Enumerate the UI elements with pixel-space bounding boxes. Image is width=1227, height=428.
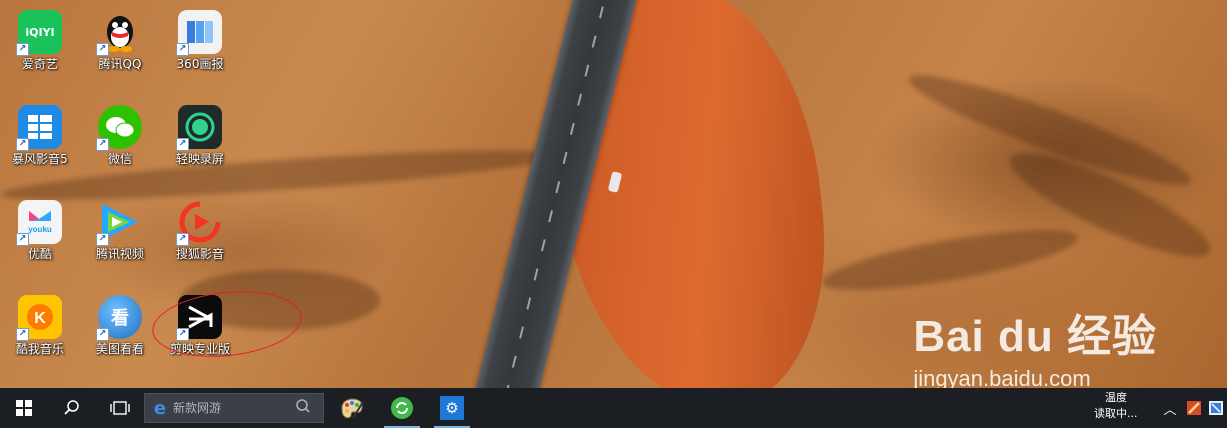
icon-label: 暴风影音5 xyxy=(12,152,68,166)
desktop-icon-meitu-viewer[interactable]: 看 ↗ 美图看看 xyxy=(82,295,158,356)
shortcut-arrow-icon: ↗ xyxy=(96,43,109,56)
desktop-wallpaper: iQIYI ↗ 爱奇艺 ↗ 腾讯QQ ↗ 360画报 ↗ 暴风影音5 ↗ 微信 … xyxy=(0,0,1227,388)
icon-label: 腾讯QQ xyxy=(98,57,142,71)
weather-temperature-label: 温度 xyxy=(1105,391,1127,404)
ie-e-icon: e xyxy=(153,397,167,419)
green-refresh-icon xyxy=(391,397,413,419)
desktop-icon-wechat[interactable]: ↗ 微信 xyxy=(82,105,158,166)
360-pictorial-icon: ↗ xyxy=(176,10,222,56)
network-tray-icon xyxy=(1209,401,1223,415)
taskbar-search-box[interactable]: e xyxy=(144,393,324,423)
desktop-icon-360-pictorial[interactable]: ↗ 360画报 xyxy=(162,10,238,71)
icon-label: 腾讯视频 xyxy=(95,247,144,261)
tencent-video-icon: ↗ xyxy=(96,200,142,246)
youku-icon: youku ↗ xyxy=(16,200,62,246)
kuwo-music-icon: K ↗ xyxy=(16,295,62,341)
weather-status: 读取中... xyxy=(1094,407,1138,420)
sohu-video-icon: ↗ xyxy=(176,200,222,246)
taskbar-app-settings[interactable]: ⚙ xyxy=(430,388,474,428)
taskbar-app-paint[interactable] xyxy=(330,388,374,428)
start-button[interactable] xyxy=(0,388,48,428)
chevron-up-icon: ︿ xyxy=(1163,402,1177,418)
magnifier-icon[interactable] xyxy=(295,398,315,418)
shortcut-arrow-icon: ↗ xyxy=(16,328,29,341)
desktop-icon-tencent-video[interactable]: ↗ 腾讯视频 xyxy=(82,200,158,261)
shortcut-arrow-icon: ↗ xyxy=(96,233,109,246)
desktop-icon-sohu-video[interactable]: ↗ 搜狐影音 xyxy=(162,200,238,261)
tray-app-2[interactable] xyxy=(1204,388,1227,428)
desktop-icon-kuwo-music[interactable]: K ↗ 酷我音乐 xyxy=(2,295,78,356)
shortcut-arrow-icon: ↗ xyxy=(16,43,29,56)
screen-recorder-icon: ↗ xyxy=(176,105,222,151)
desktop-icon-baofeng[interactable]: ↗ 暴风影音5 xyxy=(2,105,78,166)
shortcut-arrow-icon: ↗ xyxy=(176,43,189,56)
svg-text:youku: youku xyxy=(28,225,52,234)
paint-brush-tray-icon xyxy=(1187,401,1201,415)
desktop-icon-qq[interactable]: ↗ 腾讯QQ xyxy=(82,10,158,71)
icon-label: 酷我音乐 xyxy=(15,342,64,356)
taskbar-app-360-browser[interactable] xyxy=(380,388,424,428)
watermark-site: jingyan.baidu.com xyxy=(913,366,1091,388)
icon-label: 360画报 xyxy=(176,57,224,71)
search-icon xyxy=(64,400,79,415)
icon-label: 轻映录屏 xyxy=(175,152,224,166)
taskbar: e ⚙ 温度 读取中... ︿ xyxy=(0,388,1227,428)
cortana-search-button[interactable] xyxy=(48,388,96,428)
icon-label: 优酷 xyxy=(27,247,52,261)
paint-palette-icon xyxy=(341,398,364,419)
icon-label: 美图看看 xyxy=(95,342,144,356)
svg-text:K: K xyxy=(34,310,46,327)
desktop-icon-iqiyi[interactable]: iQIYI ↗ 爱奇艺 xyxy=(2,10,78,71)
icon-label: 搜狐影音 xyxy=(175,247,224,261)
shortcut-arrow-icon: ↗ xyxy=(96,138,109,151)
task-view-button[interactable] xyxy=(96,388,144,428)
show-hidden-icons-button[interactable]: ︿ xyxy=(1158,388,1182,428)
gear-icon: ⚙ xyxy=(440,396,464,420)
shortcut-arrow-icon: ↗ xyxy=(176,138,189,151)
weather-widget[interactable]: 温度 读取中... xyxy=(1094,390,1138,422)
shortcut-arrow-icon: ↗ xyxy=(96,328,109,341)
wechat-icon: ↗ xyxy=(96,105,142,151)
icon-label: 爱奇艺 xyxy=(21,57,58,71)
baidu-jingyan-watermark: Bai du 经验 jingyan.baidu.com xyxy=(913,300,1157,388)
icon-label: 微信 xyxy=(107,152,132,166)
shortcut-arrow-icon: ↗ xyxy=(16,233,29,246)
shortcut-arrow-icon: ↗ xyxy=(16,138,29,151)
meitu-viewer-icon: 看 ↗ xyxy=(96,295,142,341)
search-input[interactable] xyxy=(171,400,295,416)
shortcut-arrow-icon: ↗ xyxy=(176,233,189,246)
task-view-icon xyxy=(110,401,130,415)
watermark-logo: Bai du 经验 xyxy=(913,312,1157,361)
tray-app-1[interactable] xyxy=(1182,388,1206,428)
desktop-icon-screen-recorder[interactable]: ↗ 轻映录屏 xyxy=(162,105,238,166)
desktop-icon-youku[interactable]: youku ↗ 优酷 xyxy=(2,200,78,261)
windows-logo-icon xyxy=(16,400,32,416)
qq-icon: ↗ xyxy=(96,10,142,56)
iqiyi-icon: iQIYI ↗ xyxy=(16,10,62,56)
baofeng-icon: ↗ xyxy=(16,105,62,151)
